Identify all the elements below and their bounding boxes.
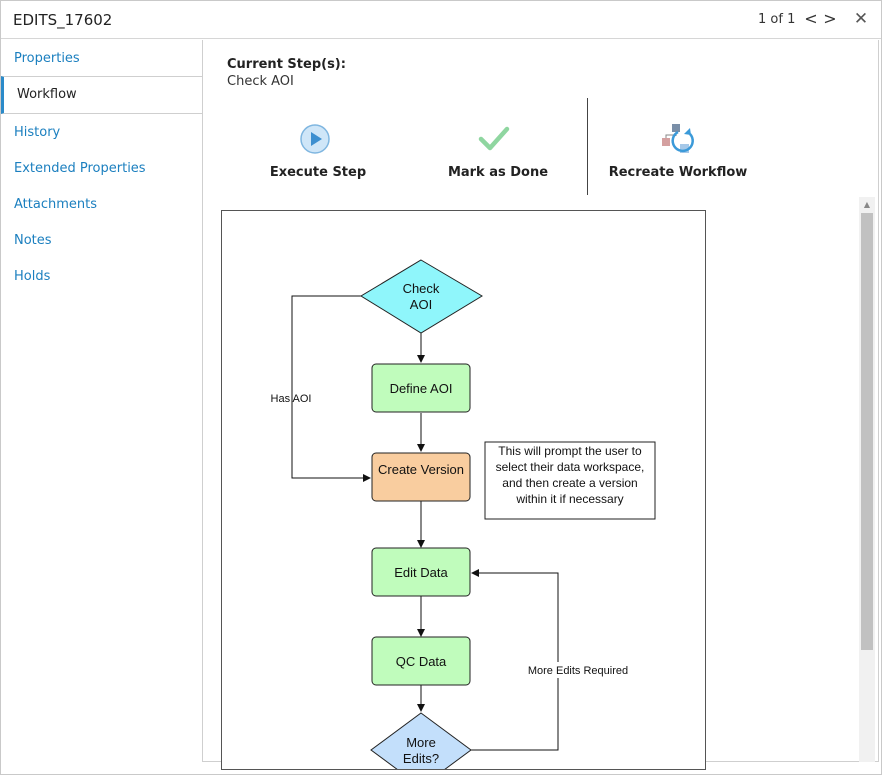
previous-button[interactable]: <: [802, 6, 820, 32]
play-icon: [300, 124, 330, 154]
step-define-aoi-label: Define AOI: [390, 381, 453, 396]
recreate-workflow-label: Recreate Workflow: [608, 165, 748, 180]
sidebar-item-label: Notes: [14, 233, 52, 248]
sidebar-item-label: Properties: [14, 51, 80, 66]
workflow-diagram-canvas: Check AOI Define AOI Create Version This…: [271, 259, 656, 769]
sidebar-item-label: Extended Properties: [14, 161, 146, 176]
step-qc-data-label: QC Data: [396, 654, 447, 669]
connector-has-aoi: [291, 295, 371, 482]
sidebar-item-label: History: [14, 125, 61, 140]
sidebar-item-holds[interactable]: Holds: [1, 259, 202, 295]
note-line-4: within it if necessary: [515, 492, 623, 506]
scrollbar-thumb[interactable]: [861, 213, 873, 650]
close-icon[interactable]: ✕: [851, 7, 871, 31]
step-create-version-label: Create Version: [378, 462, 464, 477]
decision-more-edits-label-1: More: [406, 735, 436, 750]
recreate-workflow-icon: [662, 124, 694, 153]
sidebar-item-workflow[interactable]: Workflow: [1, 76, 202, 114]
sidebar-item-label: Attachments: [14, 197, 97, 212]
sidebar-item-label: Holds: [14, 269, 51, 284]
decision-check-aoi-label-2: AOI: [410, 297, 432, 312]
decision-check-aoi-label-1: Check: [403, 281, 440, 296]
execute-step-button[interactable]: Execute Step: [263, 122, 373, 182]
workflow-dialog: EDITS_17602 1 of 1 < > ✕ Properties Work…: [0, 0, 882, 775]
note-line-2: select their data workspace,: [496, 460, 645, 474]
sidebar-item-history[interactable]: History: [1, 115, 202, 151]
sidebar-item-properties[interactable]: Properties: [1, 41, 202, 77]
toolbar-divider: [587, 98, 588, 195]
pager-count: 1 of 1: [758, 12, 796, 27]
vertical-scrollbar[interactable]: ▲: [859, 197, 875, 762]
decision-more-edits-label-2: Edits?: [403, 751, 439, 766]
checkmark-icon: [478, 126, 510, 151]
recreate-workflow-button[interactable]: Recreate Workflow: [608, 122, 748, 182]
step-create-version[interactable]: [371, 452, 471, 502]
execute-step-label: Execute Step: [269, 165, 367, 180]
current-step-value: Check AOI: [227, 74, 294, 89]
more-edits-required-label: More Edits Required: [528, 665, 628, 677]
sidebar-item-attachments[interactable]: Attachments: [1, 187, 202, 223]
next-button[interactable]: >: [821, 6, 839, 32]
mark-as-done-button[interactable]: Mark as Done: [443, 122, 553, 182]
note-line-1: This will prompt the user to: [498, 444, 642, 458]
note-line-3: and then create a version: [502, 476, 637, 490]
sidebar-item-extended-properties[interactable]: Extended Properties: [1, 151, 202, 187]
workflow-panel: Current Step(s): Check AOI Execute Step …: [202, 40, 879, 770]
sidebar: Properties Workflow History Extended Pro…: [1, 40, 202, 774]
current-step-label: Current Step(s):: [227, 57, 346, 72]
title-bar: EDITS_17602 1 of 1 < > ✕: [1, 1, 881, 39]
has-aoi-label: Has AOI: [271, 393, 312, 405]
dialog-title: EDITS_17602: [13, 11, 113, 29]
sidebar-item-notes[interactable]: Notes: [1, 223, 202, 259]
scroll-up-arrow-icon[interactable]: ▲: [859, 197, 875, 213]
mark-as-done-label: Mark as Done: [447, 165, 549, 180]
sidebar-item-label: Workflow: [17, 87, 77, 102]
step-edit-data-label: Edit Data: [394, 565, 448, 580]
workflow-diagram: Check AOI Define AOI Create Version This…: [221, 210, 706, 770]
connector-more-edits-loop: [471, 569, 559, 751]
